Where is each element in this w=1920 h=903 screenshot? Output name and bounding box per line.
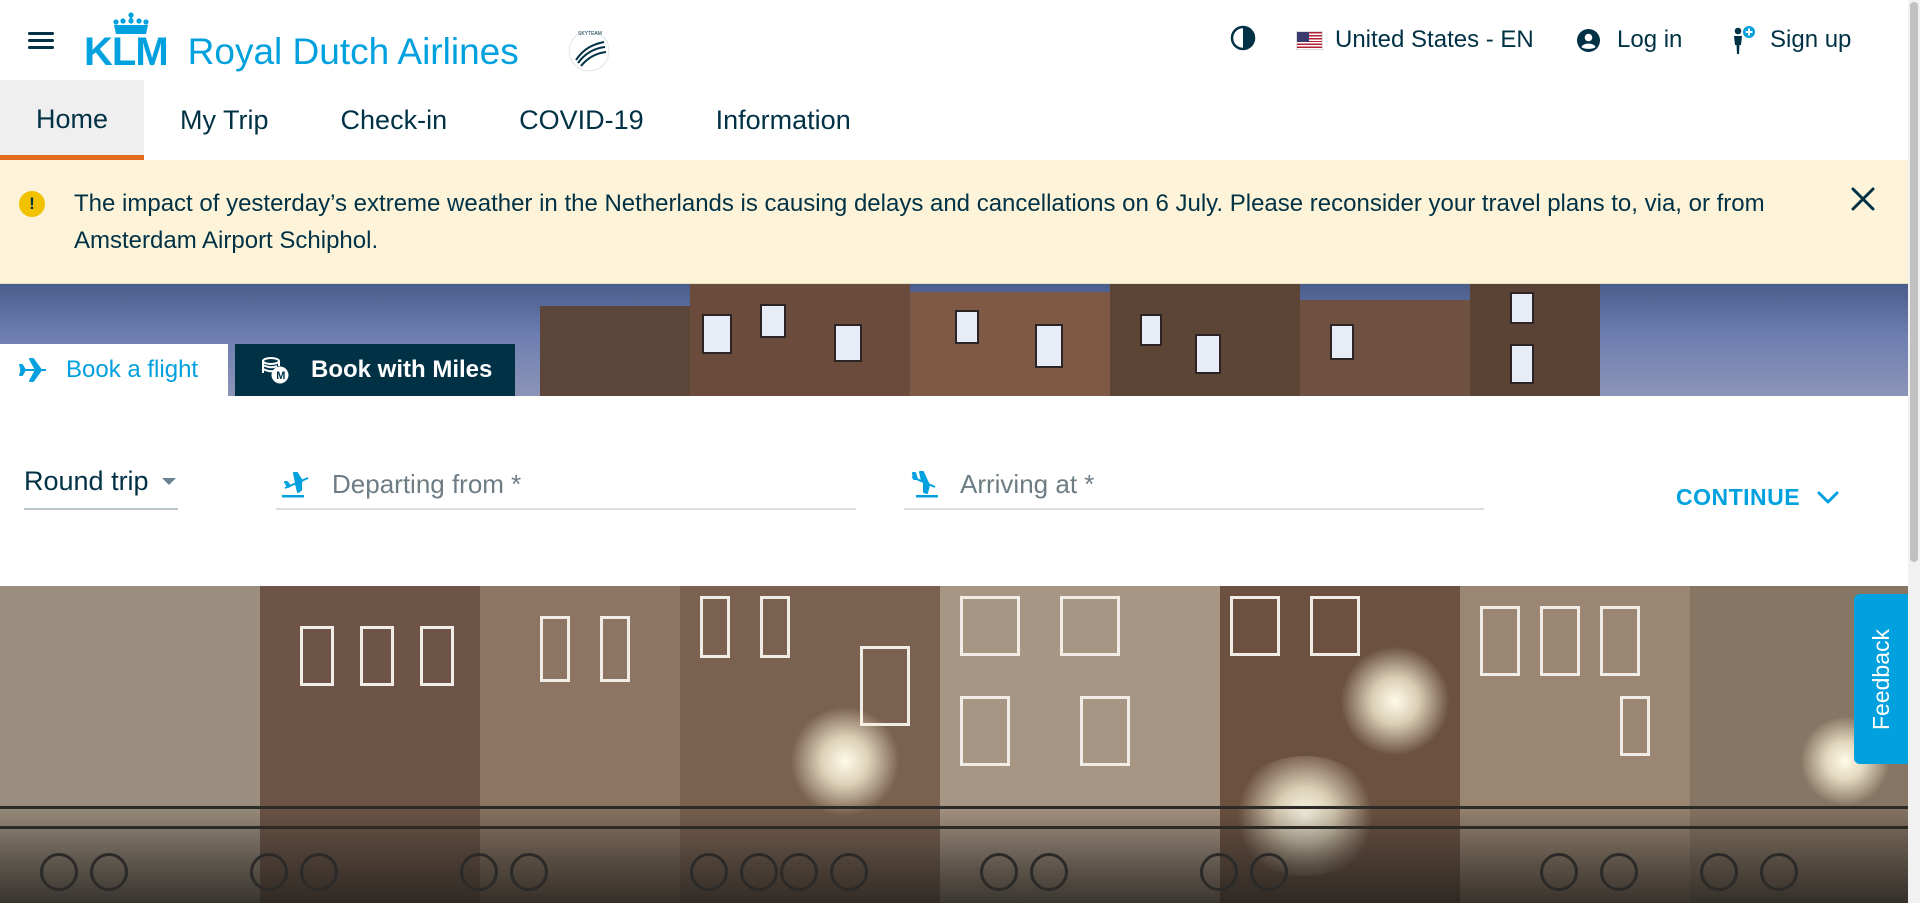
tab-book-a-flight-label: Book a flight	[66, 356, 199, 383]
signup-label: Sign up	[1770, 26, 1852, 53]
continue-label: CONTINUE	[1676, 484, 1801, 510]
trip-type-value: Round trip	[24, 466, 149, 496]
crown-icon	[113, 12, 149, 34]
close-icon[interactable]	[1850, 186, 1876, 212]
arrival-plane-icon	[911, 471, 938, 498]
login-label: Log in	[1617, 26, 1683, 53]
klm-logo[interactable]: KLM Royal Dutch Airlines	[84, 6, 519, 72]
chevron-down-icon	[1817, 491, 1839, 503]
trip-type-select[interactable]: Round trip	[24, 466, 178, 510]
miles-coins-icon: M	[262, 357, 289, 384]
site-header: KLM Royal Dutch Airlines SKYTEAM United …	[0, 0, 1908, 80]
flight-search-panel: Round trip CONTINUE	[0, 396, 1908, 586]
contrast-icon[interactable]	[1230, 25, 1256, 51]
skyteam-label: SKYTEAM	[578, 31, 602, 37]
tab-book-a-flight[interactable]: Book a flight	[0, 344, 228, 396]
user-icon	[1577, 28, 1600, 52]
warning-icon: !	[19, 191, 45, 217]
us-flag-icon	[1296, 30, 1323, 50]
menu-icon[interactable]	[26, 28, 58, 52]
scrollbar-thumb[interactable]	[1910, 2, 1918, 562]
tab-book-with-miles-label: Book with Miles	[311, 356, 493, 383]
amsterdam-canal-hero-image	[0, 586, 1908, 903]
continue-button[interactable]: CONTINUE	[1676, 484, 1840, 511]
page-scrollbar[interactable]	[1908, 0, 1920, 903]
departing-from-input[interactable]	[332, 466, 812, 502]
country-label: United States - EN	[1335, 26, 1534, 53]
login-link[interactable]: Log in	[1576, 22, 1682, 58]
skyteam-icon: SKYTEAM	[568, 30, 610, 72]
main-nav: Home My Trip Check-in COVID-19 Informati…	[0, 80, 1908, 160]
feedback-tab[interactable]: Feedback	[1854, 594, 1908, 764]
nav-tab-check-in[interactable]: Check-in	[305, 80, 484, 160]
dropdown-caret-icon	[162, 478, 176, 485]
arriving-at-input[interactable]	[960, 466, 1440, 502]
nav-tab-my-trip[interactable]: My Trip	[144, 80, 305, 160]
weather-alert-banner: ! The impact of yesterday’s extreme weat…	[0, 160, 1908, 284]
nav-tab-home[interactable]: Home	[0, 80, 145, 160]
departing-from-field[interactable]	[276, 462, 856, 510]
svg-text:M: M	[276, 370, 285, 382]
signup-link[interactable]: Sign up	[1728, 20, 1851, 60]
country-language-selector[interactable]: United States - EN	[1296, 22, 1534, 58]
nav-tab-covid-19[interactable]: COVID-19	[483, 80, 680, 160]
feedback-label: Feedback	[1867, 628, 1894, 730]
alert-message: The impact of yesterday’s extreme weathe…	[74, 190, 1765, 254]
tab-book-with-miles[interactable]: M Book with Miles	[235, 344, 515, 396]
arriving-at-field[interactable]	[904, 462, 1484, 510]
add-person-icon	[1734, 26, 1755, 54]
logo-wordmark: KLM	[84, 30, 169, 74]
plane-icon	[19, 358, 46, 382]
brand-name: Royal Dutch Airlines	[187, 31, 519, 72]
departure-plane-icon	[282, 472, 309, 498]
nav-tab-information[interactable]: Information	[680, 80, 887, 160]
